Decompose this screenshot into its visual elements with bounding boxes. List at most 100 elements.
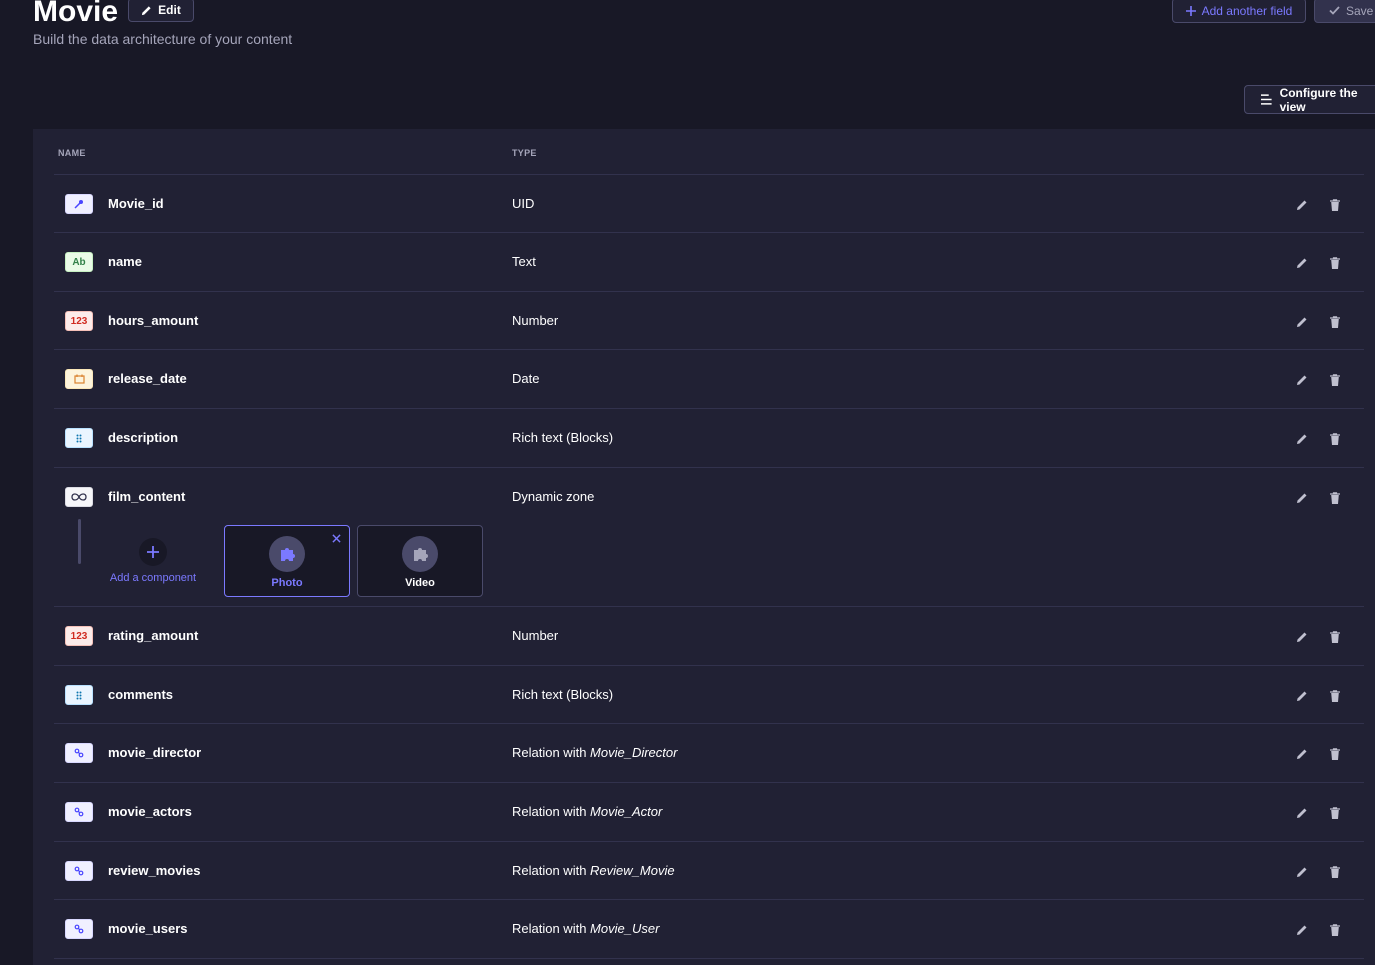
add-component-button[interactable]: Add a component — [103, 538, 203, 588]
close-icon[interactable] — [332, 534, 341, 543]
field-type: Relation with Movie_Director — [512, 745, 677, 760]
field-name: movie_actors — [108, 804, 192, 819]
relation-icon — [65, 743, 93, 763]
relation-prefix: Relation with — [512, 921, 591, 936]
edit-field-icon[interactable] — [1296, 630, 1308, 642]
delete-field-icon[interactable] — [1330, 432, 1340, 445]
field-type: Date — [512, 371, 540, 386]
relation-prefix: Relation with — [512, 863, 591, 878]
field-name: release_date — [108, 371, 187, 386]
field-row: movie_actors Relation with Movie_Actor — [54, 782, 1364, 842]
field-name: hours_amount — [108, 313, 199, 328]
date-icon — [65, 369, 93, 389]
add-another-field-label: Add another field — [1201, 3, 1293, 18]
number-icon: 123 — [65, 626, 93, 646]
edit-field-icon[interactable] — [1296, 689, 1308, 701]
delete-field-icon[interactable] — [1330, 689, 1340, 702]
component-card-label: Photo — [271, 577, 303, 589]
edit-field-icon[interactable] — [1296, 198, 1308, 210]
field-name: rating_amount — [108, 628, 199, 643]
blocks-icon — [65, 685, 93, 705]
edit-field-icon[interactable] — [1296, 865, 1308, 877]
delete-field-icon[interactable] — [1330, 491, 1340, 504]
relation-target: Movie_User — [590, 921, 660, 936]
delete-field-icon[interactable] — [1330, 865, 1340, 878]
edit-button-label: Edit — [158, 3, 181, 17]
add-component-label: Add a component — [109, 572, 197, 584]
dynamic-zone-icon — [65, 487, 93, 507]
field-name: comments — [108, 687, 174, 702]
field-type: Relation with Movie_User — [512, 921, 659, 936]
column-header-type: TYPE — [512, 148, 537, 158]
delete-field-icon[interactable] — [1330, 373, 1340, 386]
field-type: Relation with Review_Movie — [512, 863, 675, 878]
text-icon: Ab — [65, 252, 93, 272]
configure-view-label: Configure the view — [1279, 85, 1358, 114]
field-type: Text — [512, 254, 536, 269]
field-row: Movie_id UID — [54, 174, 1364, 233]
delete-field-icon[interactable] — [1330, 630, 1340, 643]
relation-prefix: Relation with — [512, 804, 591, 819]
uid-icon — [65, 194, 93, 214]
configure-view-button[interactable]: Configure the view — [1244, 85, 1375, 114]
relation-icon — [65, 802, 93, 822]
field-type: Number — [512, 628, 559, 643]
relation-target: Movie_Actor — [590, 804, 663, 819]
delete-field-icon[interactable] — [1330, 923, 1340, 936]
edit-field-icon[interactable] — [1296, 315, 1308, 327]
edit-field-icon[interactable] — [1296, 373, 1308, 385]
relation-target: Movie_Director — [590, 745, 678, 760]
field-name: movie_users — [108, 921, 188, 936]
edit-field-icon[interactable] — [1296, 923, 1308, 935]
field-type: UID — [512, 196, 535, 211]
field-name: review_movies — [108, 863, 201, 878]
save-button-label: Save — [1346, 3, 1374, 18]
field-type: Relation with Movie_Actor — [512, 804, 662, 819]
dynamic-zone-connector — [78, 519, 81, 564]
relation-icon — [65, 861, 93, 881]
plus-icon — [1185, 5, 1196, 16]
edit-field-icon[interactable] — [1296, 256, 1308, 268]
edit-field-icon[interactable] — [1296, 491, 1308, 503]
delete-field-icon[interactable] — [1330, 806, 1340, 819]
field-type: Dynamic zone — [512, 489, 595, 504]
pencil-icon — [142, 5, 151, 15]
list-settings-icon — [1261, 94, 1272, 105]
field-name: Movie_id — [108, 196, 164, 211]
delete-field-icon[interactable] — [1330, 198, 1340, 211]
field-name: movie_director — [108, 745, 202, 760]
table-end-divider — [54, 958, 1364, 959]
field-type: Number — [512, 313, 559, 328]
field-row: review_movies Relation with Review_Movie — [54, 841, 1364, 900]
column-header-name: NAME — [58, 148, 86, 158]
field-row: movie_users Relation with Movie_User — [54, 899, 1364, 959]
field-name: film_content — [108, 489, 186, 504]
relation-prefix: Relation with — [512, 745, 591, 760]
delete-field-icon[interactable] — [1330, 747, 1340, 760]
delete-field-icon[interactable] — [1330, 315, 1340, 328]
check-icon — [1329, 6, 1340, 15]
add-another-field-button[interactable]: Add another field — [1172, 0, 1306, 23]
field-type: Rich text (Blocks) — [512, 687, 614, 702]
blocks-icon — [65, 428, 93, 448]
edit-field-icon[interactable] — [1296, 747, 1308, 759]
field-type: Rich text (Blocks) — [512, 430, 614, 445]
field-row: 123 rating_amount Number — [54, 606, 1364, 666]
field-name: name — [108, 254, 142, 269]
field-row: 123 hours_amount Number — [54, 291, 1364, 350]
plus-circle-icon — [139, 538, 167, 566]
field-row: release_date Date — [54, 349, 1364, 409]
component-card-video[interactable]: Video — [357, 525, 483, 597]
page-subtitle: Build the data architecture of your cont… — [33, 31, 293, 47]
edit-field-icon[interactable] — [1296, 806, 1308, 818]
edit-button[interactable]: Edit — [128, 0, 194, 22]
field-name: description — [108, 430, 179, 445]
delete-field-icon[interactable] — [1330, 256, 1340, 269]
component-card-photo[interactable]: Photo — [224, 525, 350, 597]
edit-field-icon[interactable] — [1296, 432, 1308, 444]
save-button[interactable]: Save — [1314, 0, 1375, 23]
field-row: description Rich text (Blocks) — [54, 408, 1364, 468]
page-title: Movie — [33, 0, 119, 28]
puzzle-icon — [269, 536, 305, 572]
relation-icon — [65, 919, 93, 939]
